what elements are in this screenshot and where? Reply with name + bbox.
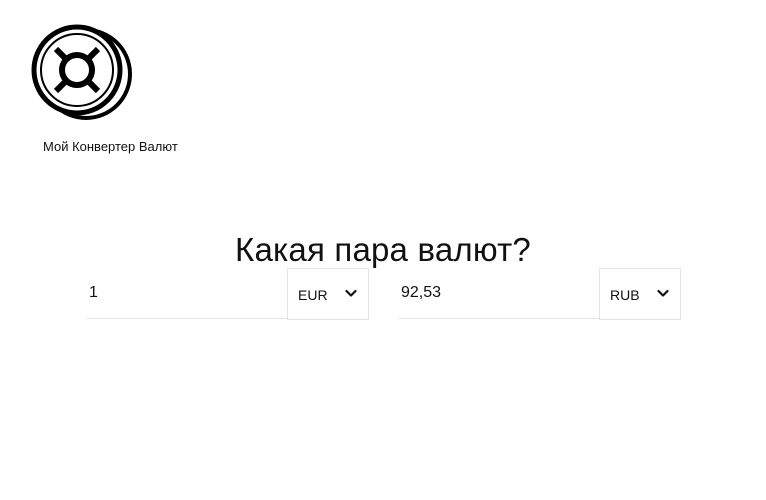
to-currency-code: RUB <box>610 287 640 303</box>
app-name: Мой Конвертер Валют <box>43 139 178 154</box>
to-currency-field: RUB <box>399 268 681 320</box>
chevron-down-icon <box>345 289 357 297</box>
page-title: Какая пара валют? <box>235 231 531 269</box>
from-currency-select[interactable]: EUR <box>287 268 369 320</box>
currency-sign-coin-icon <box>31 24 132 120</box>
chevron-down-icon <box>657 289 669 297</box>
from-currency-field: EUR <box>87 268 369 320</box>
to-currency-select[interactable]: RUB <box>599 268 681 320</box>
from-currency-code: EUR <box>298 287 328 303</box>
currency-converter-page: Мой Конвертер Валют Какая пара валют? EU… <box>0 0 766 500</box>
to-amount-input[interactable] <box>399 268 599 319</box>
from-amount-input[interactable] <box>87 268 287 319</box>
